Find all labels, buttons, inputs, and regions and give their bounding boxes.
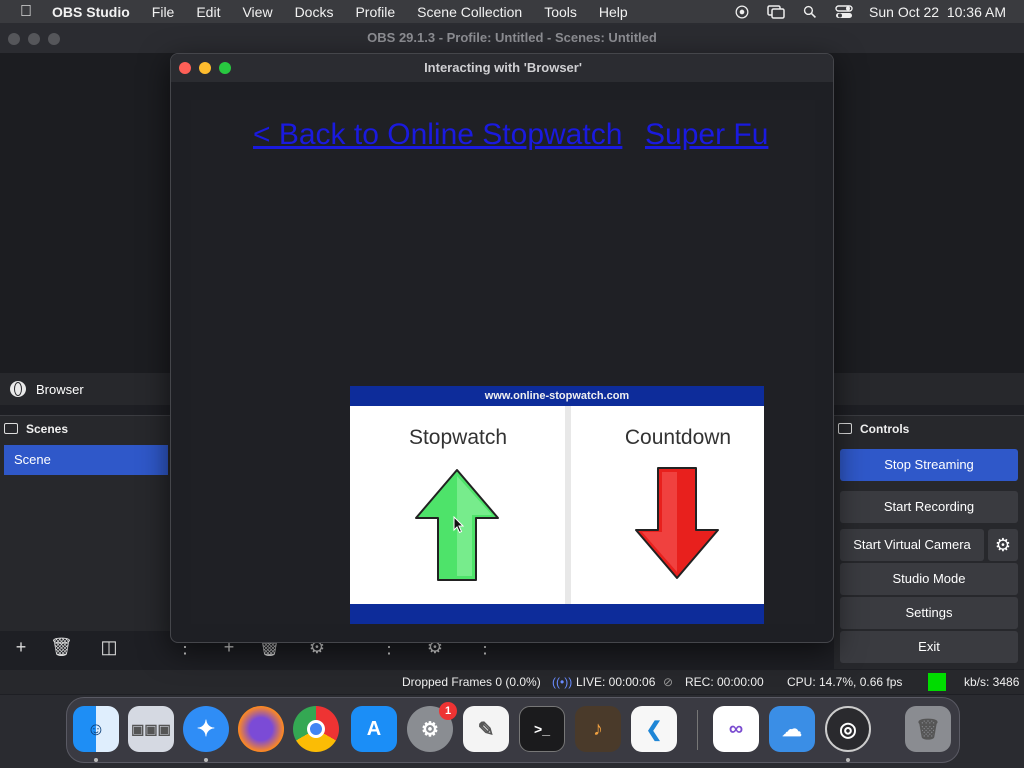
vscode-icon[interactable]: ❮: [631, 706, 677, 752]
virtual-camera-settings-gear-icon[interactable]: ⚙: [988, 529, 1018, 561]
running-indicator: [846, 758, 850, 762]
controls-dock-title: Controls: [860, 421, 910, 436]
running-indicator: [204, 758, 208, 762]
start-recording-button[interactable]: Start Recording: [840, 491, 1018, 523]
notification-badge: 1: [439, 702, 457, 720]
countdown-down-arrow-icon[interactable]: [632, 466, 722, 582]
stopwatch-label[interactable]: Stopwatch: [358, 426, 558, 450]
mouse-cursor-icon: [453, 516, 465, 534]
safari-icon[interactable]: ✦: [183, 706, 229, 752]
context-bar-right: [834, 373, 1024, 405]
remove-scene-trash-icon[interactable]: 🗑: [50, 637, 73, 657]
finder-icon[interactable]: ☺: [73, 706, 119, 752]
chrome-icon[interactable]: [293, 706, 339, 752]
context-bar: Browser: [0, 373, 170, 405]
menu-profile[interactable]: Profile: [344, 4, 406, 20]
spotlight-search-icon[interactable]: [801, 5, 819, 19]
interact-window: Interacting with 'Browser' < Back to Onl…: [170, 53, 834, 643]
interact-window-title: Interacting with 'Browser': [424, 60, 582, 75]
scene-list-item[interactable]: Scene: [4, 445, 168, 475]
bitrate-status: kb/s: 3486: [964, 675, 1020, 689]
obs-titlebar: OBS 29.1.3 - Profile: Untitled - Scenes:…: [0, 23, 1024, 53]
stream-health-indicator: [928, 673, 946, 691]
menu-help[interactable]: Help: [588, 4, 639, 20]
selected-source-name: Browser: [36, 381, 84, 397]
super-fun-link[interactable]: Super Fu: [645, 118, 785, 152]
minimize-window-button[interactable]: [28, 33, 40, 45]
firefox-icon[interactable]: [238, 706, 284, 752]
launchpad-icon[interactable]: ▣▣▣: [128, 706, 174, 752]
system-settings-icon[interactable]: ⚙ 1: [407, 702, 457, 752]
browser-source-icon: [10, 381, 26, 397]
visual-studio-icon[interactable]: ∞: [713, 706, 759, 752]
running-indicator: [94, 758, 98, 762]
stopwatch-widget: www.online-stopwatch.com Stopwatch Count…: [350, 386, 764, 624]
menu-docks[interactable]: Docks: [284, 4, 345, 20]
obs-icon[interactable]: ◎: [825, 706, 871, 752]
dock-separator: [697, 710, 698, 750]
terminal-icon[interactable]: >_: [519, 706, 565, 752]
menu-view[interactable]: View: [231, 4, 283, 20]
countdown-label[interactable]: Countdown: [578, 426, 778, 450]
interact-window-titlebar: Interacting with 'Browser': [171, 54, 833, 82]
menu-bar-clock[interactable]: Sun Oct 22 10:36 AM: [869, 4, 1006, 20]
control-center-icon[interactable]: [835, 4, 853, 19]
trash-icon[interactable]: 🗑: [905, 706, 951, 752]
add-scene-plus-icon[interactable]: +: [10, 637, 32, 657]
live-timer: LIVE: 00:00:06: [576, 675, 656, 689]
textedit-icon[interactable]: ✎: [463, 706, 509, 752]
menu-tools[interactable]: Tools: [533, 4, 588, 20]
app-store-icon[interactable]: A: [351, 706, 397, 752]
obs-status-icon[interactable]: [733, 5, 751, 19]
widget-banner: www.online-stopwatch.com: [350, 386, 764, 406]
screen-mirroring-icon[interactable]: [767, 4, 785, 19]
dock-float-icon[interactable]: [4, 423, 18, 434]
rec-timer: REC: 00:00:00: [685, 675, 764, 689]
obs-window-title: OBS 29.1.3 - Profile: Untitled - Scenes:…: [367, 30, 657, 45]
back-to-online-stopwatch-link[interactable]: < Back to Online Stopwatch: [253, 118, 622, 152]
menu-file[interactable]: File: [141, 4, 186, 20]
studio-mode-button[interactable]: Studio Mode: [840, 563, 1018, 595]
record-disabled-icon: ⊘: [663, 675, 674, 689]
menu-app-name[interactable]: OBS Studio: [52, 4, 141, 20]
scenes-dock-header: Scenes: [0, 415, 170, 441]
live-broadcast-icon: ((•)): [552, 675, 573, 689]
status-bar: Dropped Frames 0 (0.0%) ((•)) LIVE: 00:0…: [0, 670, 1024, 694]
settings-button[interactable]: Settings: [840, 597, 1018, 629]
menu-scene-collection[interactable]: Scene Collection: [406, 4, 533, 20]
scene-filters-icon[interactable]: ◫: [98, 637, 120, 657]
start-virtual-camera-button[interactable]: Start Virtual Camera: [840, 529, 984, 561]
dock-float-icon[interactable]: [838, 423, 852, 434]
garageband-icon[interactable]: ♪: [575, 706, 621, 752]
cpu-status: CPU: 14.7%, 0.66 fps: [787, 675, 903, 689]
apple-menu-icon[interactable]: : [0, 3, 52, 21]
menu-edit[interactable]: Edit: [185, 4, 231, 20]
dropped-frames-status: Dropped Frames 0 (0.0%): [402, 675, 541, 689]
menu-bar:  OBS Studio File Edit View Docks Profil…: [0, 0, 1024, 23]
close-window-button[interactable]: [179, 62, 191, 74]
minimize-window-button[interactable]: [199, 62, 211, 74]
zoom-window-button[interactable]: [48, 33, 60, 45]
controls-dock-header: Controls: [834, 415, 1024, 441]
widget-footer-bar: [350, 604, 764, 624]
browser-view[interactable]: < Back to Online Stopwatch Super Fu www.…: [191, 100, 815, 624]
zoom-window-button[interactable]: [219, 62, 231, 74]
widget-divider: [565, 406, 571, 604]
scenes-dock-title: Scenes: [26, 421, 69, 436]
stop-streaming-button[interactable]: Stop Streaming: [840, 449, 1018, 481]
close-window-button[interactable]: [8, 33, 20, 45]
weather-icon[interactable]: ☁: [769, 706, 815, 752]
scenes-dock: Scenes Scene: [0, 415, 170, 631]
macos-dock: ☺ ▣▣▣ ✦ A ⚙ 1 ✎ >_ ♪ ❮ ∞ ☁ ◎ 🗑: [66, 697, 960, 763]
